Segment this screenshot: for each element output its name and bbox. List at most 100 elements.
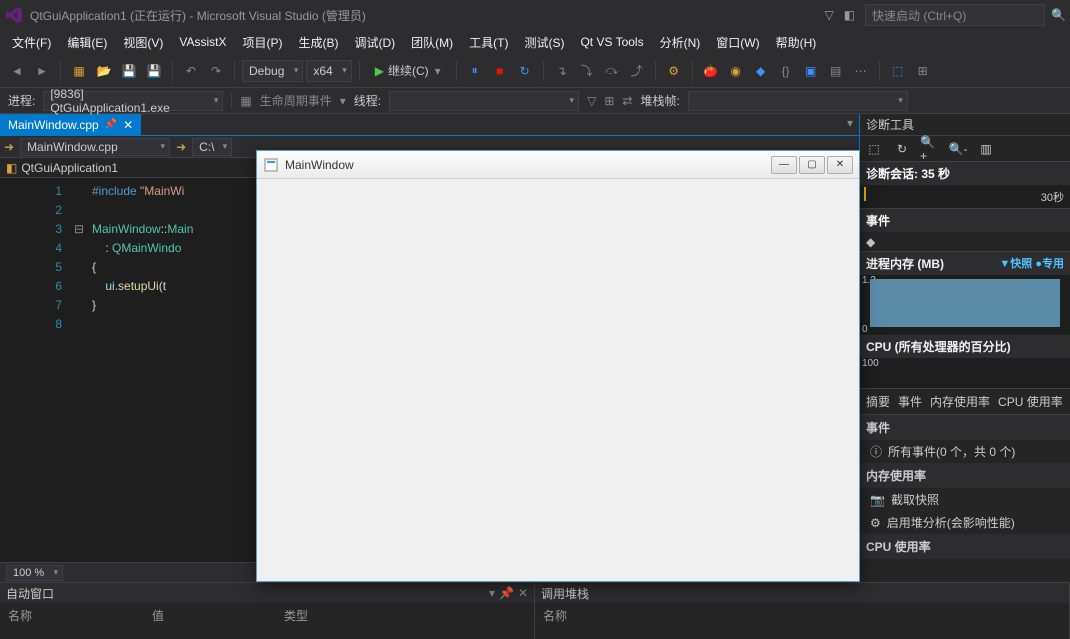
undo-icon[interactable]: ↶ xyxy=(180,60,202,82)
menu-vassistx[interactable]: VAssistX xyxy=(171,32,234,52)
redo-icon[interactable]: ↷ xyxy=(205,60,227,82)
lifecycle-label: 生命周期事件 xyxy=(260,92,332,109)
diag-timeline[interactable]: 30秒 xyxy=(860,185,1070,209)
summary-mem-header: 内存使用率 xyxy=(860,463,1070,488)
diag-zoomout-icon[interactable]: 🔍- xyxy=(948,139,968,159)
qt-mainwindow[interactable]: MainWindow — ▢ ✕ xyxy=(256,150,860,582)
search-icon[interactable]: 🔍 xyxy=(1051,8,1066,22)
va-icon-8[interactable]: ⬚ xyxy=(887,60,909,82)
flag-icon[interactable]: ▽ xyxy=(824,8,833,22)
col-value[interactable]: 值 xyxy=(152,607,164,624)
col-name[interactable]: 名称 xyxy=(8,607,32,624)
filter-icon[interactable]: ▽ xyxy=(587,94,596,108)
menu-analyze[interactable]: 分析(N) xyxy=(652,31,709,54)
stackframe-dropdown[interactable] xyxy=(688,91,908,111)
menu-qtvstools[interactable]: Qt VS Tools xyxy=(572,32,651,52)
diag-zoomin-icon[interactable]: 🔍+ xyxy=(920,139,940,159)
menu-view[interactable]: 视图(V) xyxy=(115,31,171,54)
va-icon-9[interactable]: ⊞ xyxy=(912,60,934,82)
qt-client-area[interactable] xyxy=(257,179,859,581)
summary-all-events[interactable]: ⓘ所有事件(0 个，共 0 个) xyxy=(860,440,1070,463)
main-toolbar: ◄ ► ▦ 📂 💾 💾 ↶ ↷ Debug x64 ▶继续(C)▾ ⏸ ■ ↻ … xyxy=(0,54,1070,88)
pin-icon[interactable]: 📌 xyxy=(105,119,117,130)
mem-legend[interactable]: ▼快照 ●专用 xyxy=(999,255,1064,272)
qt-titlebar[interactable]: MainWindow — ▢ ✕ xyxy=(257,151,859,179)
va-icon-1[interactable]: 🍅 xyxy=(700,60,722,82)
platform-dropdown[interactable]: x64 xyxy=(306,60,351,82)
swap-icon[interactable]: ⇄ xyxy=(622,94,632,108)
cpu-chart[interactable]: 100 xyxy=(860,358,1070,388)
nav-scope-dropdown[interactable]: MainWindow.cpp xyxy=(20,138,170,156)
class-name[interactable]: QtGuiApplication1 xyxy=(21,161,118,175)
menu-window[interactable]: 窗口(W) xyxy=(708,31,767,54)
continue-button[interactable]: ▶继续(C)▾ xyxy=(367,60,449,82)
stop-icon[interactable]: ■ xyxy=(489,60,511,82)
memory-chart[interactable]: 1.3 0 xyxy=(860,275,1070,335)
restart-icon[interactable]: ↻ xyxy=(514,60,536,82)
break-all-icon[interactable]: ⏸ xyxy=(464,60,486,82)
menu-test[interactable]: 测试(S) xyxy=(516,31,572,54)
menu-file[interactable]: 文件(F) xyxy=(4,31,59,54)
tab-dropdown-icon[interactable]: ▾ xyxy=(841,114,859,135)
config-dropdown[interactable]: Debug xyxy=(242,60,303,82)
bottom-panels: 自动窗口 ▾📌✕ 名称 值 类型 调用堆栈 名称 xyxy=(0,582,1070,639)
nav-back-button[interactable]: ◄ xyxy=(6,60,28,82)
diag-tab-memory[interactable]: 内存使用率 xyxy=(930,393,990,410)
step-icon[interactable]: ↴ xyxy=(551,60,573,82)
diag-select-icon[interactable]: ⬚ xyxy=(864,139,884,159)
process-dropdown[interactable]: [9836] QtGuiApplication1.exe xyxy=(43,91,223,111)
new-project-icon[interactable]: ▦ xyxy=(68,60,90,82)
menu-help[interactable]: 帮助(H) xyxy=(768,31,825,54)
nav-fwd-button[interactable]: ► xyxy=(31,60,53,82)
tool-icon[interactable]: ⊞ xyxy=(604,94,614,108)
menu-project[interactable]: 项目(P) xyxy=(234,31,290,54)
save-icon[interactable]: 💾 xyxy=(118,60,140,82)
va-icon-4[interactable]: {} xyxy=(775,60,797,82)
col-type[interactable]: 类型 xyxy=(284,607,308,624)
quick-launch-input[interactable]: 快速启动 (Ctrl+Q) xyxy=(865,4,1045,26)
cs-col-name[interactable]: 名称 xyxy=(543,607,567,624)
summary-snapshot[interactable]: 📷截取快照 xyxy=(860,488,1070,511)
dropdown-icon[interactable]: ▾ xyxy=(489,586,495,600)
minimize-button[interactable]: — xyxy=(771,156,797,174)
va-icon-7[interactable]: ⋯ xyxy=(850,60,872,82)
menu-team[interactable]: 团队(M) xyxy=(403,31,461,54)
code-text[interactable]: #include "MainWi MainWindow::Main : QMai… xyxy=(88,178,193,562)
va-icon-3[interactable]: ◆ xyxy=(750,60,772,82)
diag-tab-events[interactable]: 事件 xyxy=(898,393,922,410)
feedback-icon[interactable]: ◧ xyxy=(844,8,855,22)
tab-mainwindow-cpp[interactable]: MainWindow.cpp 📌 ✕ xyxy=(0,114,141,135)
close-button[interactable]: ✕ xyxy=(827,156,853,174)
step-out-icon[interactable]: ⤴ xyxy=(626,60,648,82)
zoom-dropdown[interactable]: 100 % xyxy=(6,565,63,581)
step-over-icon[interactable]: ⤼ xyxy=(601,60,623,82)
menu-edit[interactable]: 编辑(E) xyxy=(59,31,115,54)
diag-tab-summary[interactable]: 摘要 xyxy=(866,393,890,410)
menu-build[interactable]: 生成(B) xyxy=(290,31,346,54)
fold-gutter[interactable]: ⊟ xyxy=(70,178,88,562)
va-icon-5[interactable]: ▣ xyxy=(800,60,822,82)
pin-icon[interactable]: 📌 xyxy=(499,586,514,600)
lifecycle-icon[interactable]: ▦ xyxy=(240,94,251,108)
summary-heap[interactable]: ⚙启用堆分析(会影响性能) xyxy=(860,511,1070,534)
nav-arrow2-icon[interactable]: ➜ xyxy=(176,140,186,154)
menu-tools[interactable]: 工具(T) xyxy=(461,31,516,54)
thread-dropdown[interactable] xyxy=(389,91,579,111)
va-icon-2[interactable]: ◉ xyxy=(725,60,747,82)
diag-cpu-header: CPU (所有处理器的百分比) xyxy=(860,335,1070,358)
close-icon[interactable]: ✕ xyxy=(518,586,528,600)
diag-tab-cpu[interactable]: CPU 使用率 xyxy=(998,393,1063,410)
tool-icon-1[interactable]: ⚙ xyxy=(663,60,685,82)
autos-panel: 自动窗口 ▾📌✕ 名称 值 类型 xyxy=(0,583,535,639)
diag-settings-icon[interactable]: ▥ xyxy=(976,139,996,159)
step-into-icon[interactable]: ⤵ xyxy=(576,60,598,82)
maximize-button[interactable]: ▢ xyxy=(799,156,825,174)
nav-member-dropdown[interactable]: C:\ xyxy=(192,138,232,156)
close-icon[interactable]: ✕ xyxy=(123,118,133,132)
save-all-icon[interactable]: 💾 xyxy=(143,60,165,82)
open-file-icon[interactable]: 📂 xyxy=(93,60,115,82)
nav-arrow-icon[interactable]: ➜ xyxy=(4,140,14,154)
va-icon-6[interactable]: ▤ xyxy=(825,60,847,82)
menu-debug[interactable]: 调试(D) xyxy=(346,31,403,54)
diag-reset-icon[interactable]: ↻ xyxy=(892,139,912,159)
